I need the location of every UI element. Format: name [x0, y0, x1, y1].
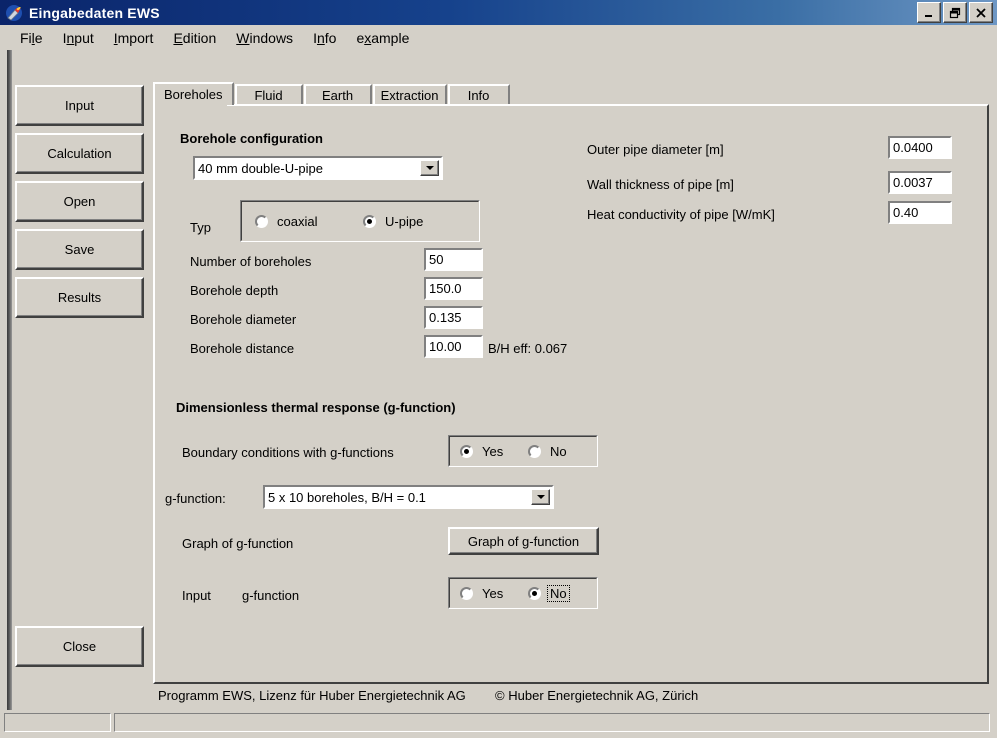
label-borehole-diameter: Borehole diameter [190, 312, 296, 327]
sidebar-button-open[interactable]: Open [15, 181, 144, 222]
typ-label: Typ [190, 220, 211, 235]
radio-boundary-no[interactable]: No [528, 444, 569, 459]
application-window: Eingabedaten EWS File Input [0, 0, 997, 738]
graph-of-gfunction-button[interactable]: Graph of g-function [448, 527, 599, 555]
status-panel-left [4, 713, 111, 732]
footer-copyright: © Huber Energietechnik AG, Zürich [495, 688, 698, 703]
menu-item-input[interactable]: Input [53, 28, 104, 48]
menu-bar: File Input Import Edition Windows Info e… [0, 25, 997, 50]
label-input-gfunction: g-function [242, 588, 299, 603]
label-graph-of-gfunction: Graph of g-function [182, 536, 293, 551]
restore-button[interactable] [943, 2, 967, 23]
label-gfunction-combo: g-function: [165, 491, 226, 506]
menu-item-edition[interactable]: Edition [163, 28, 226, 48]
menu-item-example[interactable]: example [346, 28, 419, 48]
borehole-configuration-combo-value: 40 mm double-U-pipe [195, 161, 420, 176]
input-outer-pipe-diameter[interactable]: 0.0400 [888, 136, 952, 159]
radio-dot-u-pipe [363, 215, 376, 228]
tab-info[interactable]: Info [448, 84, 510, 105]
menu-item-file[interactable]: File [10, 28, 53, 48]
radio-input-gfunction-yes[interactable]: Yes [460, 586, 505, 601]
footer-text: Programm EWS, Lizenz für Huber Energiete… [158, 688, 698, 703]
gfunction-combo-value: 5 x 10 boreholes, B/H = 0.1 [265, 490, 531, 505]
title-bar[interactable]: Eingabedaten EWS [0, 0, 997, 25]
borehole-tab-panel: Borehole configuration 40 mm double-U-pi… [153, 104, 989, 684]
label-outer-pipe-diameter: Outer pipe diameter [m] [587, 142, 724, 157]
gfunction-combo[interactable]: 5 x 10 boreholes, B/H = 0.1 [263, 485, 554, 509]
close-button[interactable] [969, 2, 993, 23]
input-wall-thickness-of-pipe[interactable]: 0.0037 [888, 171, 952, 194]
borehole-configuration-title: Borehole configuration [180, 131, 323, 146]
radio-boundary-yes[interactable]: Yes [460, 444, 505, 459]
status-panel-right [114, 713, 990, 732]
sidebar-button-input[interactable]: Input [15, 85, 144, 126]
tab-earth[interactable]: Earth [304, 84, 372, 105]
sidebar-button-save[interactable]: Save [15, 229, 144, 270]
menu-item-windows[interactable]: Windows [226, 28, 303, 48]
active-tab-seam [155, 102, 227, 106]
sidebar-button-calculation[interactable]: Calculation [15, 133, 144, 174]
sidebar-button-results[interactable]: Results [15, 277, 144, 318]
chevron-down-icon[interactable] [420, 160, 439, 176]
footer-license: Programm EWS, Lizenz für Huber Energiete… [158, 688, 466, 703]
input-borehole-diameter[interactable]: 0.135 [424, 306, 483, 329]
boundary-conditions-radio-group: Yes No [448, 435, 598, 467]
radio-typ-u-pipe[interactable]: U-pipe [363, 214, 425, 229]
radio-dot-coaxial [255, 215, 268, 228]
input-borehole-distance[interactable]: 10.00 [424, 335, 483, 358]
tab-fluid[interactable]: Fluid [235, 84, 303, 105]
gfunction-section-title: Dimensionless thermal response (g-functi… [176, 400, 456, 415]
minimize-button[interactable] [917, 2, 941, 23]
radio-input-gfunction-no[interactable]: No [528, 586, 569, 601]
menu-item-info[interactable]: Info [303, 28, 346, 48]
radio-dot-boundary-no [528, 445, 541, 458]
bh-eff-note: B/H eff: 0.067 [488, 341, 567, 356]
chevron-down-icon[interactable] [531, 489, 550, 505]
left-edge-filler [0, 50, 7, 710]
radio-dot-input-gfunction-yes [460, 587, 473, 600]
input-borehole-depth[interactable]: 150.0 [424, 277, 483, 300]
status-bar [0, 710, 997, 734]
radio-typ-coaxial[interactable]: coaxial [255, 214, 319, 229]
label-heat-conductivity-of-pipe: Heat conductivity of pipe [W/mK] [587, 207, 775, 222]
radio-dot-boundary-yes [460, 445, 473, 458]
label-input: Input [182, 588, 211, 603]
label-number-of-boreholes: Number of boreholes [190, 254, 311, 269]
tab-extraction[interactable]: Extraction [373, 84, 447, 105]
input-heat-conductivity-of-pipe[interactable]: 0.40 [888, 201, 952, 224]
menu-item-import[interactable]: Import [104, 28, 164, 48]
torch-icon [5, 4, 23, 22]
label-borehole-distance: Borehole distance [190, 341, 294, 356]
window-title: Eingabedaten EWS [29, 5, 160, 21]
label-boundary-conditions: Boundary conditions with g-functions [182, 445, 394, 460]
left-edge-shadow [7, 50, 12, 710]
input-gfunction-radio-group: Yes No [448, 577, 598, 609]
radio-dot-input-gfunction-no [528, 587, 541, 600]
label-borehole-depth: Borehole depth [190, 283, 278, 298]
sidebar-button-close[interactable]: Close [15, 626, 144, 667]
typ-radio-group: coaxial U-pipe [240, 200, 480, 242]
window-controls [917, 2, 993, 23]
label-wall-thickness-of-pipe: Wall thickness of pipe [m] [587, 177, 734, 192]
borehole-configuration-combo[interactable]: 40 mm double-U-pipe [193, 156, 443, 180]
input-number-of-boreholes[interactable]: 50 [424, 248, 483, 271]
